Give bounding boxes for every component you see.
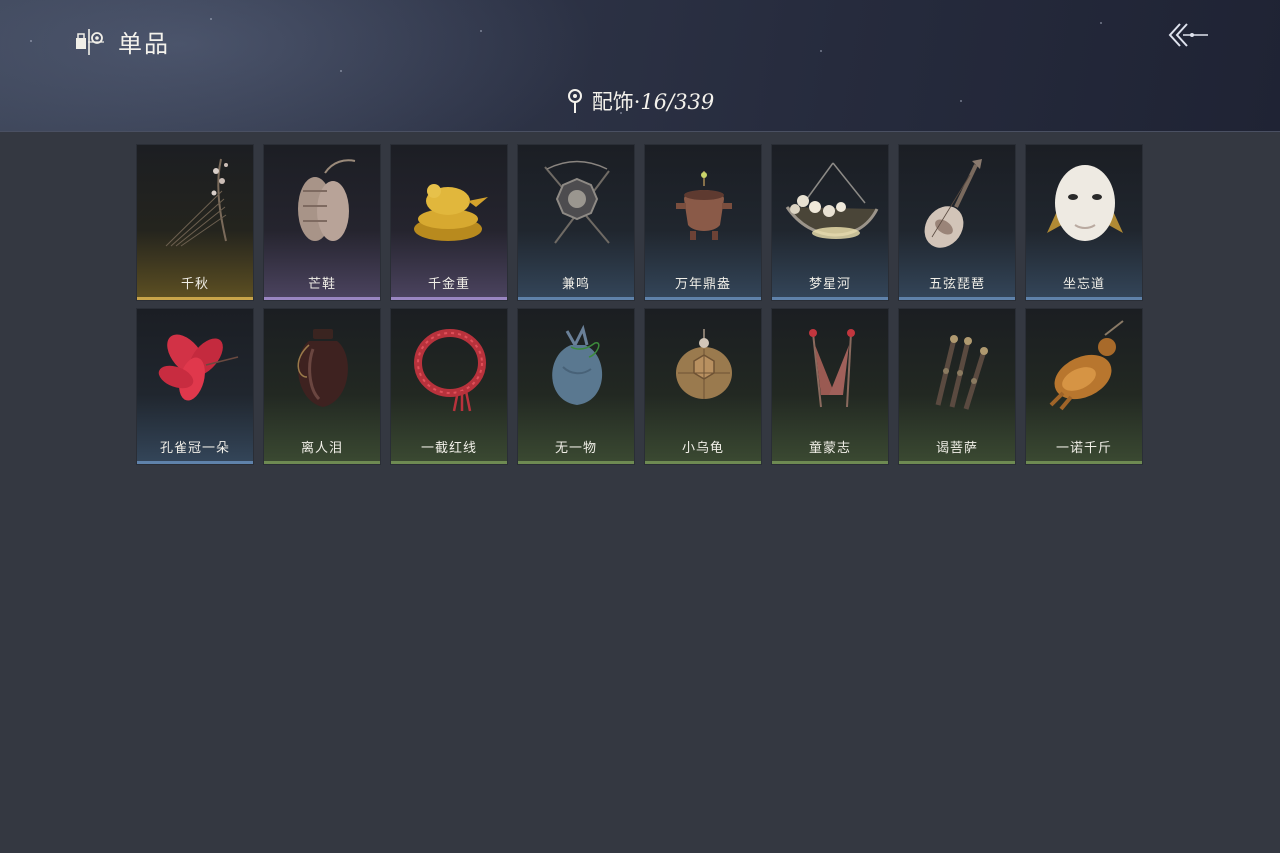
rarity-bar xyxy=(772,461,888,464)
rarity-bar xyxy=(899,297,1015,300)
bronze-vessel-icon xyxy=(676,171,732,240)
roast-chicken-icon xyxy=(1049,320,1124,411)
item-card[interactable]: 一截红线 xyxy=(390,308,508,465)
twin-banners-icon xyxy=(809,329,855,408)
wine-jar-icon xyxy=(297,329,348,407)
item-name: 离人泪 xyxy=(300,441,343,456)
item-card[interactable]: 五弦琵琶 xyxy=(898,144,1016,301)
branch-instrument-icon xyxy=(165,158,228,247)
rarity-bar xyxy=(264,461,380,464)
red-flower-icon xyxy=(158,334,239,401)
item-card[interactable]: 一诺千斤 xyxy=(1025,308,1143,465)
item-name: 兼鸣 xyxy=(561,277,590,292)
item-name: 童蒙志 xyxy=(808,441,851,456)
item-name: 坐忘道 xyxy=(1062,277,1105,292)
item-card[interactable]: 千金重 xyxy=(390,144,508,301)
prayer-beads-icon xyxy=(935,335,988,410)
category-header: 配饰·16/339 xyxy=(0,86,1280,116)
flower-boat-icon xyxy=(785,162,879,239)
star xyxy=(30,40,32,42)
double-chevron-back-icon[interactable] xyxy=(1166,20,1210,50)
rarity-bar xyxy=(1026,297,1142,300)
item-card[interactable]: 万年鼎盎 xyxy=(644,144,762,301)
item-name: 千秋 xyxy=(180,277,209,292)
location-pin-icon xyxy=(567,89,582,113)
page-title-group: 单品 xyxy=(74,24,170,59)
category-name: 配饰 xyxy=(591,90,634,114)
page-title: 单品 xyxy=(118,30,170,58)
star xyxy=(210,18,212,20)
octagon-drum-icon xyxy=(544,160,610,244)
item-name: 谒菩萨 xyxy=(935,441,978,456)
item-card[interactable]: 兼鸣 xyxy=(517,144,635,301)
rarity-bar xyxy=(772,297,888,300)
item-name: 小乌龟 xyxy=(681,441,724,456)
item-name: 梦星河 xyxy=(808,277,851,292)
item-name: 万年鼎盎 xyxy=(674,277,731,292)
star xyxy=(340,70,342,72)
golden-bird-icon xyxy=(414,184,488,241)
item-name: 千金重 xyxy=(427,277,470,292)
category-count: 16/339 xyxy=(640,90,715,114)
item-name: 无一物 xyxy=(554,441,597,456)
header-banner: 单品 配饰·16/339 xyxy=(0,0,1280,132)
item-card[interactable]: 离人泪 xyxy=(263,308,381,465)
item-name: 孔雀冠一朵 xyxy=(159,441,230,456)
item-card[interactable]: 孔雀冠一朵 xyxy=(136,308,254,465)
rarity-bar xyxy=(899,461,1015,464)
item-name: 一诺千斤 xyxy=(1055,441,1112,456)
star xyxy=(820,50,822,52)
item-name: 五弦琵琶 xyxy=(928,277,985,292)
item-grid: 千秋 芒鞋 千金重 兼鸣 万年鼎盎 梦星河 五弦琵琶 坐忘道 孔雀冠一朵 离人泪… xyxy=(136,144,1143,465)
cloth-bag-icon xyxy=(552,324,603,405)
item-card[interactable]: 梦星河 xyxy=(771,144,889,301)
straw-sandals-icon xyxy=(298,159,356,241)
rarity-bar xyxy=(1026,461,1142,464)
rarity-bar xyxy=(645,297,761,300)
red-rope-icon xyxy=(414,329,486,412)
item-card[interactable]: 小乌龟 xyxy=(644,308,762,465)
item-card[interactable]: 谒菩萨 xyxy=(898,308,1016,465)
item-card[interactable]: 坐忘道 xyxy=(1025,144,1143,301)
rarity-bar xyxy=(391,297,507,300)
rarity-bar xyxy=(518,297,634,300)
item-card[interactable]: 千秋 xyxy=(136,144,254,301)
rarity-bar xyxy=(391,461,507,464)
white-mask-icon xyxy=(1047,165,1123,241)
item-name: 一截红线 xyxy=(420,441,477,456)
rarity-bar xyxy=(645,461,761,464)
rarity-bar xyxy=(264,297,380,300)
pipa-icon xyxy=(924,159,982,248)
rarity-bar xyxy=(518,461,634,464)
item-card[interactable]: 芒鞋 xyxy=(263,144,381,301)
rarity-bar xyxy=(137,297,253,300)
star xyxy=(480,30,482,32)
item-card[interactable]: 童蒙志 xyxy=(771,308,889,465)
rarity-bar xyxy=(137,461,253,464)
item-name: 芒鞋 xyxy=(307,277,336,292)
star xyxy=(1100,22,1102,24)
turtle-icon xyxy=(676,329,732,399)
item-collection-icon xyxy=(76,28,104,55)
category-label: 配饰·16/339 xyxy=(592,86,715,116)
item-card[interactable]: 无一物 xyxy=(517,308,635,465)
